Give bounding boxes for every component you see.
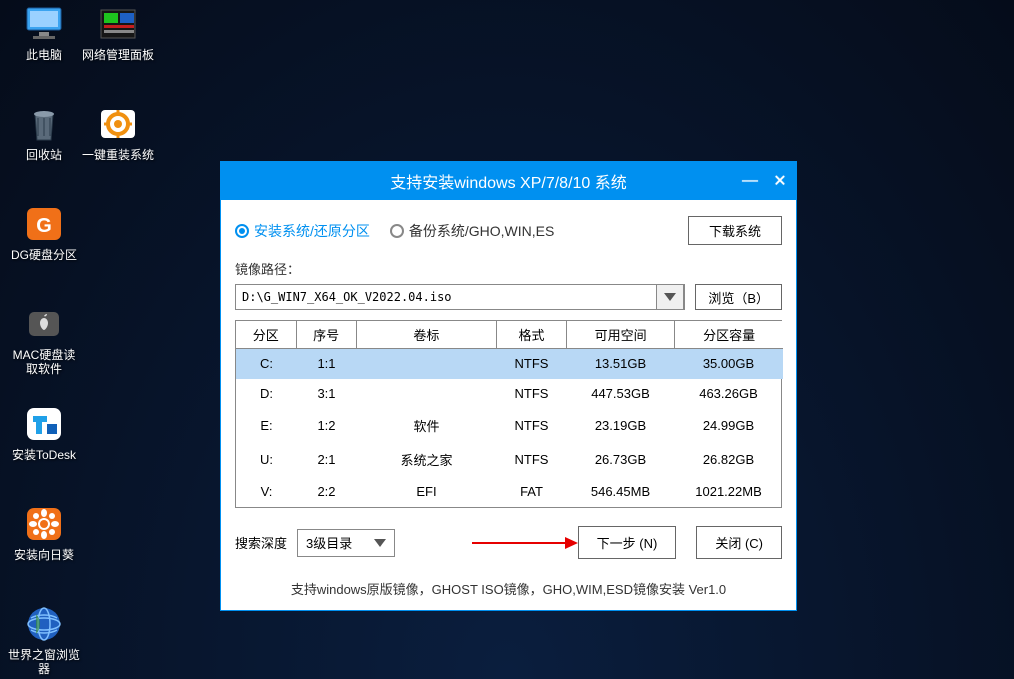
cell-partition: D: [237, 379, 297, 409]
th-partition-size: 分区容量 [675, 321, 783, 349]
close-button[interactable]: 关闭 (C) [696, 526, 782, 559]
gear-icon [95, 104, 141, 144]
desktop-icon-label: 网络管理面板 [82, 48, 154, 62]
installer-window: 支持安装windows XP/7/8/10 系统 — ✕ 安装系统/还原分区 备… [221, 162, 796, 610]
desktop-icon-netpanel[interactable]: 网络管理面板 [82, 4, 154, 62]
th-free-space: 可用空间 [567, 321, 675, 349]
table-row[interactable]: V:2:2EFIFAT546.45MB1021.22MB [236, 477, 783, 507]
desktop-icon-dg[interactable]: G DG硬盘分区 [8, 204, 80, 262]
desktop-icon-mac[interactable]: MAC硬盘读取软件 [8, 304, 80, 376]
desktop-icon-gear[interactable]: 一键重装系统 [82, 104, 154, 162]
cell-free-space: 447.53GB [567, 379, 675, 409]
cell-format: NTFS [497, 443, 567, 477]
minimize-button[interactable]: — [742, 172, 758, 190]
desktop-icon-label: 世界之窗浏览器 [8, 648, 80, 676]
radio-unchecked-icon [390, 224, 404, 238]
cell-partition: E: [237, 409, 297, 443]
image-path-input[interactable]: D:\G_WIN7_X64_OK_V2022.04.iso [235, 284, 685, 310]
path-dropdown-button[interactable] [656, 284, 684, 310]
cell-partition-size: 463.26GB [675, 379, 783, 409]
cell-format: FAT [497, 477, 567, 507]
desktop-icon-sunflower[interactable]: 安装向日葵 [8, 504, 80, 562]
desktop-icon-label: DG硬盘分区 [11, 248, 77, 262]
titlebar: 支持安装windows XP/7/8/10 系统 — ✕ [221, 162, 796, 200]
cell-volume-label: EFI [357, 477, 497, 507]
cell-format: NTFS [497, 379, 567, 409]
svg-text:G: G [36, 215, 52, 237]
recycle-icon [21, 104, 67, 144]
cell-volume-label: 系统之家 [357, 443, 497, 477]
desktop-icon-label: 回收站 [26, 148, 62, 162]
radio-backup-label: 备份系统/GHO,WIN,ES [409, 221, 554, 241]
th-partition: 分区 [236, 321, 296, 349]
chevron-down-icon [374, 539, 386, 547]
download-system-button[interactable]: 下载系统 [688, 216, 782, 245]
cell-free-space: 23.19GB [567, 409, 675, 443]
cell-partition: C: [237, 349, 297, 379]
cell-partition-size: 35.00GB [675, 349, 783, 379]
th-sequence: 序号 [296, 321, 356, 349]
table-row[interactable]: C:1:1 NTFS13.51GB35.00GB [236, 349, 783, 379]
arrow-annotation-icon [470, 533, 580, 553]
partition-table: 分区 序号 卷标 格式 可用空间 分区容量 C:1:1NTFS13.51GB35… [235, 320, 782, 508]
mode-radio-group: 安装系统/还原分区 备份系统/GHO,WIN,ES 下载系统 [235, 216, 782, 245]
mac-icon [21, 304, 67, 344]
th-volume-label: 卷标 [356, 321, 496, 349]
desktop-icon-label: 一键重装系统 [82, 148, 154, 162]
radio-checked-icon [235, 224, 249, 238]
pc-icon [21, 4, 67, 44]
table-row[interactable]: U:2:1系统之家NTFS26.73GB26.82GB [236, 443, 783, 477]
desktop-icon-pc[interactable]: 此电脑 [8, 4, 80, 62]
cell-sequence: 2:2 [297, 477, 357, 507]
desktop-icon-label: 安装向日葵 [14, 548, 74, 562]
cell-volume-label [357, 349, 497, 379]
cell-volume-label [357, 379, 497, 409]
sunflower-icon [21, 504, 67, 544]
cell-sequence: 1:1 [297, 349, 357, 379]
cell-sequence: 3:1 [297, 379, 357, 409]
cell-sequence: 2:1 [297, 443, 357, 477]
th-format: 格式 [496, 321, 566, 349]
cell-free-space: 26.73GB [567, 443, 675, 477]
cell-partition: U: [237, 443, 297, 477]
radio-install[interactable]: 安装系统/还原分区 [235, 221, 370, 241]
search-depth-label: 搜索深度 [235, 533, 287, 552]
cell-partition-size: 24.99GB [675, 409, 783, 443]
desktop-icon-label: 安装ToDesk [12, 448, 76, 462]
close-window-button[interactable]: ✕ [772, 171, 788, 191]
window-title: 支持安装windows XP/7/8/10 系统 [390, 169, 627, 193]
chevron-down-icon [664, 293, 676, 301]
dg-icon: G [21, 204, 67, 244]
table-row[interactable]: D:3:1 NTFS447.53GB463.26GB [236, 379, 783, 409]
cell-format: NTFS [497, 349, 567, 379]
table-row[interactable]: E:1:2软件NTFS23.19GB24.99GB [236, 409, 783, 443]
next-button[interactable]: 下一步 (N) [578, 526, 677, 559]
desktop-icon-globe[interactable]: 世界之窗浏览器 [8, 604, 80, 676]
search-depth-value: 3级目录 [306, 533, 352, 552]
desktop-icon-recycle[interactable]: 回收站 [8, 104, 80, 162]
desktop-icon-todesk[interactable]: 安装ToDesk [8, 404, 80, 462]
desktop-icon-label: MAC硬盘读取软件 [8, 348, 80, 376]
image-path-label: 镜像路径： [235, 259, 782, 278]
cell-sequence: 1:2 [297, 409, 357, 443]
radio-backup[interactable]: 备份系统/GHO,WIN,ES [390, 221, 554, 241]
netpanel-icon [95, 4, 141, 44]
browse-button[interactable]: 浏览（B） [695, 284, 782, 310]
todesk-icon [21, 404, 67, 444]
desktop-icon-label: 此电脑 [26, 48, 62, 62]
cell-partition: V: [237, 477, 297, 507]
search-depth-select[interactable]: 3级目录 [297, 529, 395, 557]
cell-partition-size: 26.82GB [675, 443, 783, 477]
cell-format: NTFS [497, 409, 567, 443]
image-path-value: D:\G_WIN7_X64_OK_V2022.04.iso [242, 290, 452, 304]
cell-free-space: 546.45MB [567, 477, 675, 507]
cell-partition-size: 1021.22MB [675, 477, 783, 507]
footer-text: 支持windows原版镜像，GHOST ISO镜像，GHO,WIM,ESD镜像安… [235, 579, 782, 598]
radio-install-label: 安装系统/还原分区 [254, 221, 370, 241]
cell-free-space: 13.51GB [567, 349, 675, 379]
globe-icon [21, 604, 67, 644]
cell-volume-label: 软件 [357, 409, 497, 443]
